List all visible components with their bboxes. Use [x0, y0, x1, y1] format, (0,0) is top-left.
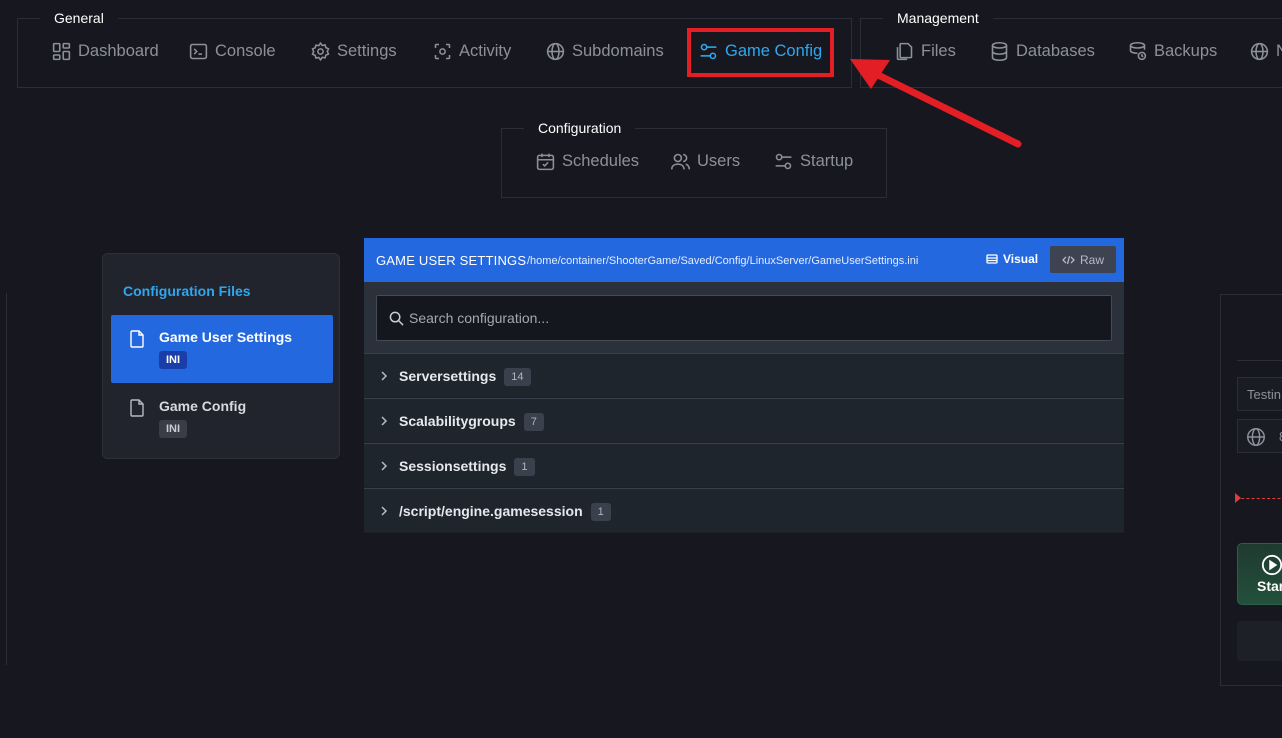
config-editor-panel: GAME USER SETTINGS /home/container/Shoot…	[364, 238, 1124, 533]
section-row-engine-gamesession[interactable]: /script/engine.gamesession 1	[364, 488, 1124, 532]
section-count-badge: 14	[504, 368, 531, 387]
globe-icon	[1250, 42, 1269, 61]
file-type-badge: INI	[159, 351, 188, 369]
activity-icon	[434, 43, 451, 60]
section-name: /script/engine.gamesession 1	[399, 503, 611, 522]
server-address-field[interactable]: 8	[1237, 419, 1282, 453]
section-name-text: Scalabilitygroups	[399, 413, 516, 429]
config-files-panel: Configuration Files Game User Settings I…	[102, 253, 340, 459]
nav-item-label: Backups	[1154, 42, 1218, 60]
file-icon	[130, 399, 144, 417]
nav-item-schedules[interactable]: Schedules	[535, 151, 639, 172]
search-icon	[389, 311, 404, 326]
timeline-dashed-line	[1236, 498, 1282, 499]
nav-item-label: Activity	[459, 42, 512, 60]
chevron-right-icon	[381, 461, 388, 471]
section-row-serversettings[interactable]: Serversettings 14	[364, 353, 1124, 397]
users-icon	[670, 153, 691, 170]
gear-icon	[311, 41, 330, 62]
nav-item-label: Databases	[1016, 42, 1095, 60]
nav-item-label: Schedules	[562, 152, 640, 170]
section-count-badge: 7	[523, 413, 544, 432]
search-bar-container	[364, 282, 1124, 354]
nav-item-label: N	[1276, 42, 1282, 60]
file-name: Game User Settings	[159, 329, 293, 345]
nav-item-label: Subdomains	[572, 42, 664, 60]
play-icon	[1261, 554, 1282, 576]
search-box[interactable]	[376, 295, 1112, 341]
backup-icon	[1129, 41, 1147, 61]
view-visual-button[interactable]: Visual	[986, 252, 1038, 266]
nav-item-label: Dashboard	[78, 42, 159, 60]
globe-icon	[1247, 428, 1265, 446]
terminal-icon	[189, 43, 208, 60]
section-count-badge: 1	[514, 458, 535, 477]
nav-item-activity[interactable]: Activity	[432, 41, 511, 62]
calendar-icon	[536, 153, 555, 171]
view-visual-label: Visual	[1003, 252, 1039, 266]
search-input[interactable]	[409, 296, 1099, 340]
annotation-highlight-box	[687, 28, 834, 77]
chevron-right-icon	[381, 371, 388, 381]
secondary-action-button[interactable]	[1237, 621, 1282, 661]
nav-item-label: Startup	[800, 152, 854, 170]
section-name-text: Sessionsettings	[399, 458, 507, 474]
editor-header: GAME USER SETTINGS /home/container/Shoot…	[364, 238, 1124, 282]
view-raw-button[interactable]: Raw	[1050, 246, 1116, 273]
file-type-badge: INI	[159, 420, 188, 438]
view-raw-label: Raw	[1079, 252, 1104, 267]
server-name-field[interactable]: Testin	[1237, 377, 1282, 411]
table-icon	[986, 254, 998, 264]
nav-group-label: Configuration	[524, 116, 636, 140]
server-info-panel: Testin 8 Star	[1220, 294, 1282, 686]
nav-item-users[interactable]: Users	[670, 151, 740, 172]
section-count-badge: 1	[590, 503, 611, 522]
nav-item-label: Console	[215, 42, 276, 60]
nav-item-label: Settings	[337, 42, 397, 60]
section-name-text: /script/engine.gamesession	[399, 503, 583, 519]
globe-icon	[546, 42, 565, 61]
annotation-arrow-icon	[850, 59, 1022, 148]
section-name: Sessionsettings 1	[399, 458, 535, 477]
file-icon	[130, 330, 144, 348]
file-name: Game Config	[159, 398, 247, 414]
start-server-button[interactable]: Star	[1237, 543, 1282, 605]
file-item-game-config[interactable]: Game Config INI	[111, 384, 333, 452]
nav-item-backups[interactable]: Backups	[1127, 41, 1217, 62]
nav-item-dashboard[interactable]: Dashboard	[51, 41, 159, 62]
nav-item-console[interactable]: Console	[188, 41, 276, 62]
left-panel-edge	[0, 293, 7, 665]
editor-title: GAME USER SETTINGS	[376, 253, 527, 268]
nav-item-label: Users	[697, 152, 741, 170]
section-name-text: Serversettings	[399, 368, 497, 384]
chevron-right-icon	[381, 506, 388, 516]
dashboard-icon	[52, 42, 71, 61]
sliders-icon	[775, 153, 792, 170]
nav-item-subdomains[interactable]: Subdomains	[545, 41, 664, 62]
nav-item-startup[interactable]: Startup	[773, 151, 853, 172]
chevron-right-icon	[381, 416, 388, 426]
nav-group-label: General	[40, 6, 118, 30]
nav-item-network[interactable]: N	[1249, 41, 1282, 62]
section-name: Scalabilitygroups 7	[399, 413, 544, 432]
section-name: Serversettings 14	[399, 368, 531, 387]
divider	[1237, 360, 1282, 361]
config-files-title: Configuration Files	[123, 283, 251, 299]
editor-file-path: /home/container/ShooterGame/Saved/Config…	[527, 255, 919, 267]
nav-group-label: Management	[883, 6, 993, 30]
nav-item-settings[interactable]: Settings	[310, 41, 397, 62]
section-row-scalabilitygroups[interactable]: Scalabilitygroups 7	[364, 398, 1124, 442]
file-item-game-user-settings[interactable]: Game User Settings INI	[111, 315, 333, 383]
code-icon	[1062, 255, 1075, 264]
section-row-sessionsettings[interactable]: Sessionsettings 1	[364, 443, 1124, 487]
start-server-label: Star	[1257, 578, 1282, 594]
nav-group-configuration: Configuration Schedules Users Startup	[501, 116, 887, 198]
